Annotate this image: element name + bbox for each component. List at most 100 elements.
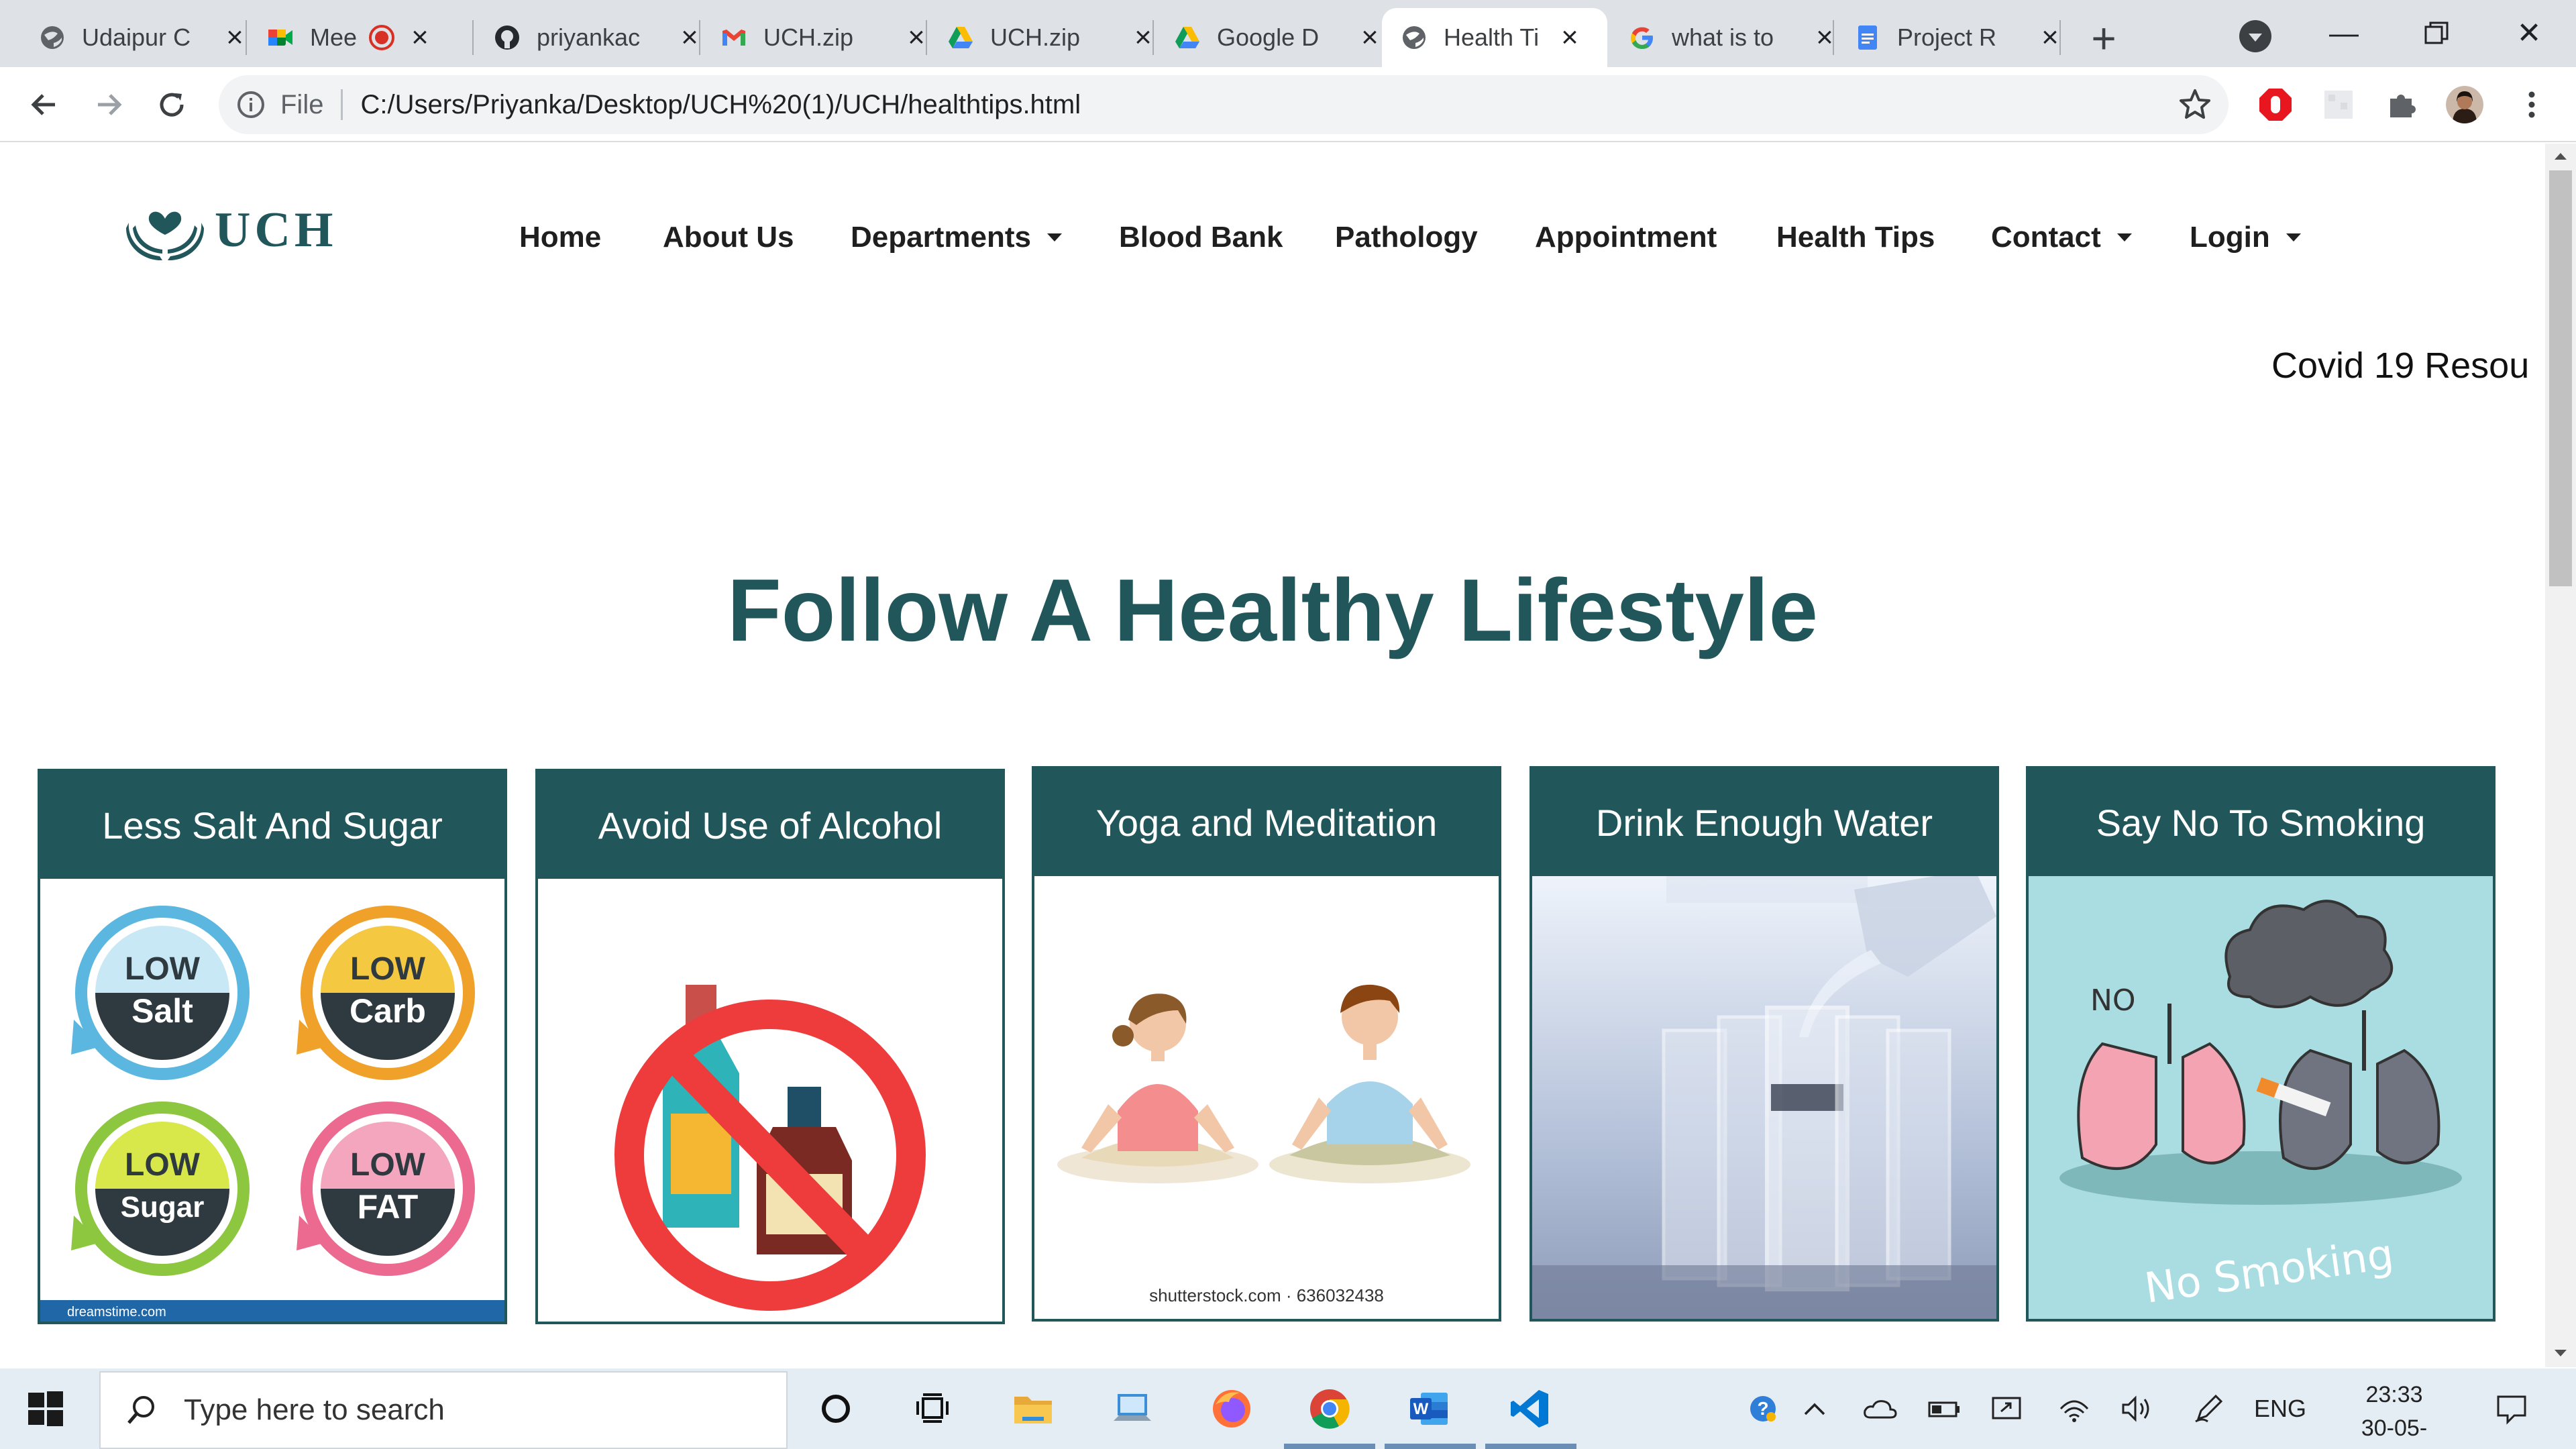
tab-separator [699,20,700,55]
page-scrollbar[interactable] [2545,144,2576,1367]
chrome-icon[interactable] [1305,1385,1354,1433]
reload-button[interactable] [146,79,197,130]
firefox-icon[interactable] [1208,1385,1256,1433]
help-icon[interactable]: ? [1744,1393,1782,1425]
active-app-indicator [1284,1444,1375,1449]
chevron-up-icon[interactable] [1798,1393,1831,1425]
browser-toolbar: File C:/Users/Priyanka/Desktop/UCH%20(1)… [0,67,2576,142]
tab[interactable]: what is to × [1610,8,1858,67]
address-bar[interactable]: File C:/Users/Priyanka/Desktop/UCH%20(1)… [219,75,2229,134]
card-title: Avoid Use of Alcohol [538,771,1002,879]
scroll-up-icon[interactable] [2555,153,2567,160]
nav-home[interactable]: Home [519,211,601,264]
nav-pathology[interactable]: Pathology [1335,211,1478,264]
badge-top: LOW [350,951,426,987]
avatar[interactable] [2446,86,2483,123]
project-display-icon[interactable] [1988,1393,2026,1425]
badge-top: LOW [125,951,201,987]
notifications-icon[interactable] [2490,1393,2533,1425]
system-clock[interactable]: 23:33 30-05-2021 [2337,1378,2451,1449]
nav-contact[interactable]: Contact [1991,211,2132,264]
caret-down-icon [2286,233,2301,241]
covid-marquee[interactable]: Covid 19 Resou [2271,345,2529,386]
tab[interactable]: Meet × [248,8,453,67]
nav-health-tips[interactable]: Health Tips [1776,211,1935,264]
tab-separator [2059,20,2061,55]
tip-card-smoking[interactable]: Say No To Smoking NO No Smoking [2026,766,2496,1322]
nav-login[interactable]: Login [2190,211,2301,264]
tip-card-yoga[interactable]: Yoga and Meditation shutterstock.com · 6… [1032,766,1501,1322]
nav-about-us[interactable]: About Us [663,211,794,264]
taskbar-search[interactable]: Type here to search [99,1371,788,1449]
cortana-icon[interactable] [812,1385,860,1433]
wifi-icon[interactable] [2055,1393,2093,1425]
pen-workspace-icon[interactable] [2190,1393,2227,1425]
onedrive-icon[interactable] [1861,1393,1898,1425]
close-icon[interactable]: × [1555,23,1585,52]
network-computer-icon[interactable] [1108,1385,1157,1433]
vscode-icon[interactable] [1505,1385,1554,1433]
url-text[interactable]: C:/Users/Priyanka/Desktop/UCH%20(1)/UCH/… [360,90,1081,120]
windows-taskbar: Type here to search W ? ENG 23:33 30-05- [0,1368,2576,1449]
battery-icon[interactable] [1925,1393,1963,1425]
file-explorer-icon[interactable] [1009,1385,1057,1433]
adblock-extension-icon[interactable] [2257,86,2294,123]
tab-title: priyankac [537,23,641,51]
back-button[interactable] [19,79,70,130]
low-salt-sugar-image: LOW Salt LOW Carb LOW Sugar LOW FAT drea… [40,879,504,1322]
tip-card-alcohol[interactable]: Avoid Use of Alcohol [535,769,1005,1324]
github-icon [494,24,521,51]
card-title: Drink Enough Water [1532,769,1996,876]
nav-blood-bank[interactable]: Blood Bank [1119,211,1283,264]
language-indicator[interactable]: ENG [2251,1393,2309,1425]
tip-card-salt-sugar[interactable]: Less Salt And Sugar LOW Salt LOW Carb LO… [38,769,507,1324]
search-placeholder: Type here to search [184,1393,445,1426]
tab[interactable]: Udaipur C × [20,8,268,67]
tab[interactable]: Google D × [1155,8,1403,67]
word-icon[interactable]: W [1405,1385,1453,1433]
extension-icon[interactable] [2320,86,2357,123]
info-icon[interactable] [236,90,266,119]
restore-icon [2424,21,2449,44]
dreamstime-watermark: dreamstime.com [67,1305,166,1320]
scroll-down-icon[interactable] [2555,1350,2567,1356]
badge-top: LOW [125,1147,201,1183]
star-icon[interactable] [2178,87,2212,122]
close-icon[interactable]: × [1355,23,1385,52]
badge-bottom: Salt [131,992,193,1030]
arrow-right-icon [98,94,122,115]
tab-separator [1833,20,1834,55]
scrollbar-thumb[interactable] [2549,170,2572,586]
nav-label: Health Tips [1776,221,1935,254]
minimize-button[interactable]: — [2304,9,2384,58]
puzzle-extensions-icon[interactable] [2383,86,2420,123]
forward-button[interactable] [83,79,134,130]
tab[interactable]: priyankac × [475,8,723,67]
nav-label: Contact [1991,221,2101,254]
drink-water-image [1532,876,1996,1319]
task-view-icon[interactable] [908,1385,957,1433]
tab[interactable]: Project R × [1835,8,2084,67]
close-icon[interactable]: × [405,23,435,52]
menu-kebab-icon[interactable] [2513,86,2551,123]
close-window-button[interactable]: ✕ [2489,9,2569,58]
tab[interactable]: UCH.zip × [928,8,1177,67]
caret-down-icon [2116,233,2132,241]
google-icon [1629,24,1656,51]
tab[interactable]: UCH.zip × [702,8,950,67]
tab-active[interactable]: Health Ti × [1382,8,1607,67]
tab-search-button[interactable] [2239,20,2271,52]
site-logo[interactable]: UCH [125,199,337,262]
tab-title: Project R [1897,23,1997,51]
windows-start-icon[interactable] [27,1390,64,1428]
volume-icon[interactable] [2118,1393,2156,1425]
nav-departments[interactable]: Departments [851,211,1062,264]
nav-appointment[interactable]: Appointment [1535,211,1717,264]
restore-button[interactable] [2396,9,2477,58]
new-tab-button[interactable]: + [2080,15,2128,63]
tip-card-water[interactable]: Drink Enough Water [1529,766,1999,1322]
badge-top: LOW [350,1147,426,1183]
page-viewport: UCH Home About Us Departments Blood Bank… [0,144,2545,1367]
yoga-meditation-image: shutterstock.com · 636032438 [1034,876,1499,1319]
tab-title: UCH.zip [763,23,854,51]
